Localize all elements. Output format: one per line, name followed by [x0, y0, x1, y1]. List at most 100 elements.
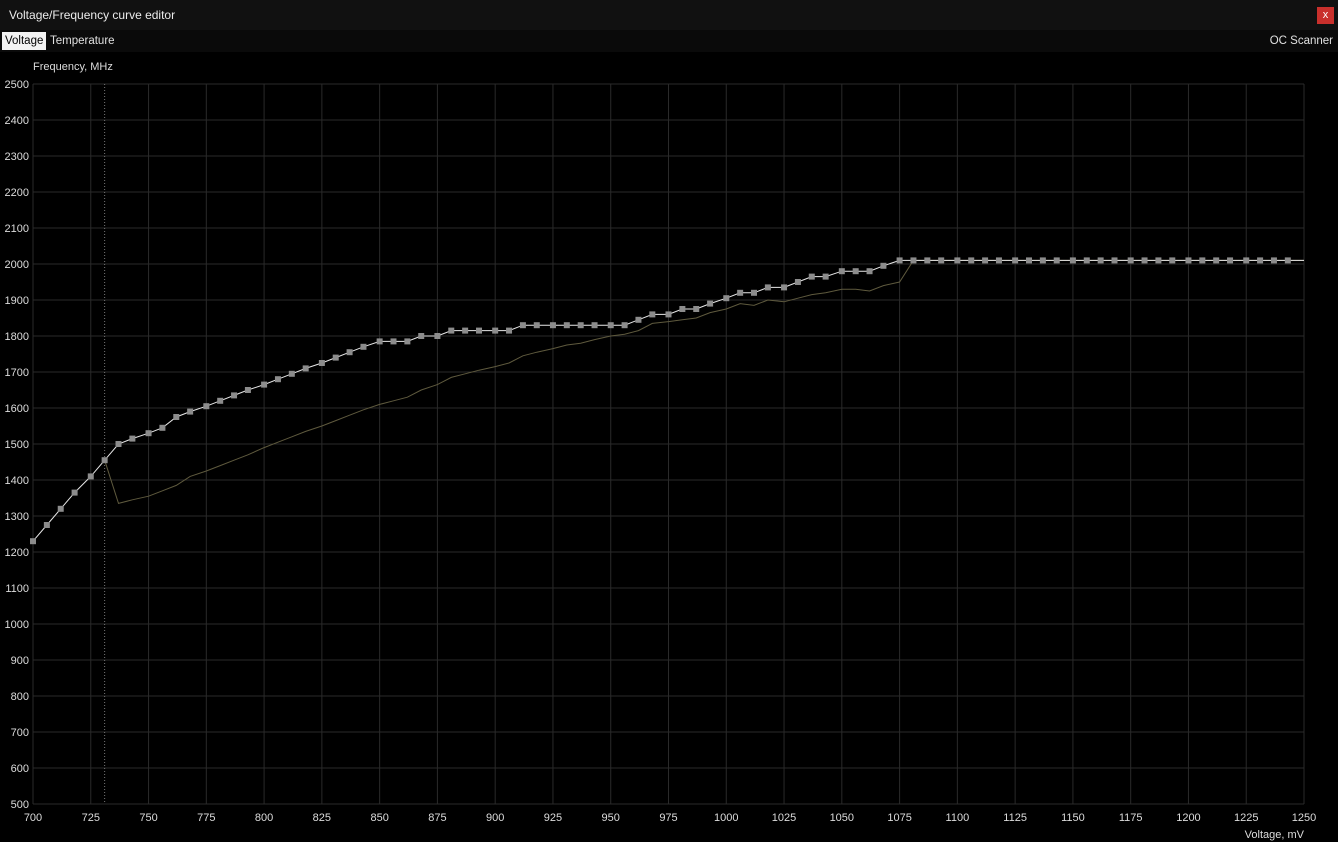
curve-point-handle[interactable] [852, 268, 859, 275]
curve-point-handle[interactable] [418, 333, 425, 339]
curve-point-handle[interactable] [519, 322, 526, 329]
curve-point-handle[interactable] [1199, 257, 1206, 264]
curve-point-handle[interactable] [87, 473, 94, 480]
curve-point-handle[interactable] [577, 322, 584, 329]
curve-point-handle[interactable] [723, 295, 730, 302]
curve-point-handle[interactable] [57, 505, 64, 512]
curve-point-handle[interactable] [1227, 257, 1234, 264]
curve-point-handle[interactable] [217, 397, 224, 404]
curve-point-handle[interactable] [954, 257, 961, 264]
curve-point-handle[interactable] [1185, 257, 1192, 264]
curve-point-handle[interactable] [896, 257, 903, 264]
tab-voltage[interactable]: Voltage [2, 32, 47, 50]
curve-point-handle[interactable] [1069, 257, 1076, 264]
curve-point-handle[interactable] [173, 414, 180, 420]
curve-point-handle[interactable] [533, 322, 540, 329]
curve-point-handle[interactable] [938, 257, 945, 264]
curve-point-handle[interactable] [261, 381, 268, 388]
curve-point-handle[interactable] [822, 273, 829, 280]
curve-point-handle[interactable] [693, 306, 700, 312]
baseline-curve-line [104, 259, 1304, 505]
curve-point-handle[interactable] [43, 522, 50, 528]
curve-point-handle[interactable] [1213, 257, 1220, 264]
curve-point-handle[interactable] [115, 441, 122, 447]
curve-point-handle[interactable] [607, 322, 614, 329]
curve-point-handle[interactable] [838, 268, 845, 275]
curve-point-handle[interactable] [187, 408, 194, 415]
curve-point-handle[interactable] [563, 322, 570, 329]
curve-point-handle[interactable] [1169, 257, 1176, 264]
curve-point-handle[interactable] [621, 322, 628, 329]
curve-point-handle[interactable] [71, 489, 78, 496]
curve-point-handle[interactable] [808, 273, 815, 280]
curve-point-handle[interactable] [924, 257, 931, 264]
curve-point-handle[interactable] [1257, 257, 1264, 264]
curve-point-handle[interactable] [1111, 257, 1118, 264]
curve-point-handle[interactable] [1097, 257, 1104, 264]
curve-point-handle[interactable] [549, 322, 556, 329]
curve-point-handle[interactable] [1012, 257, 1019, 264]
curve-point-handle[interactable] [679, 306, 686, 312]
oc-scanner-button[interactable]: OC Scanner [1270, 32, 1333, 50]
curve-point-handle[interactable] [1053, 257, 1060, 264]
curve-point-handle[interactable] [506, 327, 513, 334]
curve-point-handle[interactable] [390, 338, 397, 345]
curve-point-handle[interactable] [910, 257, 917, 264]
curve-point-handle[interactable] [781, 284, 788, 291]
curve-point-handle[interactable] [288, 370, 295, 377]
y-tick-label: 1200 [5, 547, 29, 559]
curve-point-handle[interactable] [492, 327, 499, 334]
curve-point-handle[interactable] [707, 300, 714, 307]
tab-temperature[interactable]: Temperature [47, 32, 118, 50]
curve-point-handle[interactable] [159, 424, 166, 431]
curve-point-handle[interactable] [982, 257, 989, 264]
curve-point-handle[interactable] [764, 284, 771, 291]
curve-point-handle[interactable] [665, 311, 672, 318]
x-tick-label: 700 [24, 812, 42, 824]
curve-point-handle[interactable] [244, 387, 251, 393]
curve-point-handle[interactable] [346, 349, 353, 356]
curve-point-handle[interactable] [995, 257, 1002, 264]
curve-point-handle[interactable] [1284, 257, 1291, 264]
vf-curve-chart[interactable]: 700 725 750 775 800 825 850 875 900 925 950 975 1000… [0, 52, 1338, 842]
curve-point-handle[interactable] [737, 289, 744, 296]
curve-point-handle[interactable] [1039, 257, 1046, 264]
curve-point-handle[interactable] [231, 392, 238, 399]
curve-point-handle[interactable] [318, 360, 325, 366]
curve-point-handle[interactable] [1155, 257, 1162, 264]
curve-point-handle[interactable] [635, 316, 642, 323]
curve-point-handle[interactable] [462, 327, 469, 334]
y-tick-label: 1600 [5, 403, 29, 415]
curve-point-handle[interactable] [1243, 257, 1250, 264]
curve-point-handle[interactable] [302, 365, 309, 372]
curve-point-handle[interactable] [649, 311, 656, 318]
x-tick-label: 975 [659, 812, 677, 824]
curve-point-handle[interactable] [794, 279, 801, 285]
curve-point-handle[interactable] [1083, 257, 1090, 264]
curve-point-handle[interactable] [880, 262, 887, 269]
curve-point-handle[interactable] [434, 333, 441, 339]
curve-point-handle[interactable] [476, 327, 483, 334]
curve-point-handle[interactable] [1026, 257, 1033, 264]
curve-point-handle[interactable] [1270, 257, 1277, 264]
chart-grid [32, 83, 1305, 805]
close-button[interactable]: x [1317, 7, 1334, 24]
curve-point-handle[interactable] [30, 538, 36, 545]
curve-point-handle[interactable] [376, 338, 383, 345]
curve-point-handle[interactable] [1141, 257, 1148, 264]
curve-point-handle[interactable] [101, 457, 108, 464]
curve-point-handle[interactable] [203, 403, 210, 410]
y-tick-label: 1300 [5, 511, 29, 523]
curve-point-handle[interactable] [332, 354, 339, 361]
curve-point-handle[interactable] [968, 257, 975, 264]
curve-point-handle[interactable] [129, 435, 136, 442]
curve-point-handle[interactable] [274, 376, 281, 383]
curve-point-handle[interactable] [448, 327, 455, 334]
curve-point-handle[interactable] [591, 322, 598, 329]
curve-point-handle[interactable] [145, 430, 152, 437]
curve-point-handle[interactable] [360, 343, 367, 350]
curve-point-handle[interactable] [866, 268, 873, 275]
curve-point-handle[interactable] [751, 289, 758, 296]
curve-point-handle[interactable] [1127, 257, 1134, 264]
curve-point-handle[interactable] [404, 338, 411, 345]
